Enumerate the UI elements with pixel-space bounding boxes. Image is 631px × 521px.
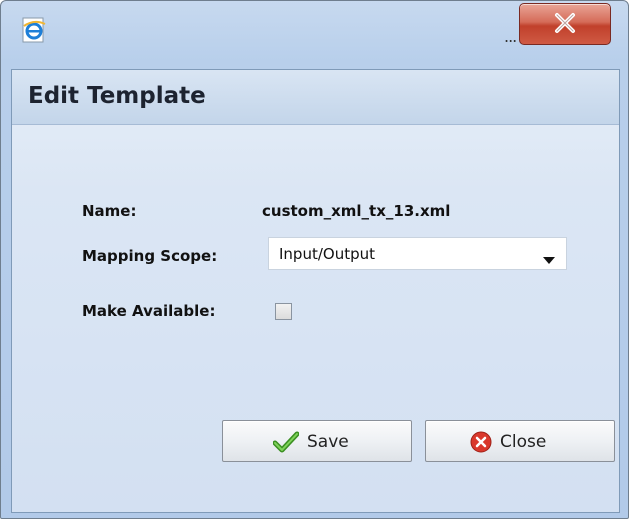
mapping-scope-value: Input/Output xyxy=(279,245,375,263)
checkmark-icon xyxy=(272,431,300,457)
mapping-scope-select[interactable]: Input/Output xyxy=(268,237,567,270)
panel-title: Edit Template xyxy=(28,83,206,109)
dialog-window: ... Edit Template Name: custom_xml_tx_13… xyxy=(0,0,629,519)
close-icon xyxy=(555,13,575,33)
close-circle-icon xyxy=(470,431,492,457)
close-button[interactable]: Close xyxy=(425,420,615,462)
mapping-scope-label: Mapping Scope: xyxy=(82,247,218,265)
save-button-label: Save xyxy=(307,432,349,452)
make-available-checkbox[interactable] xyxy=(275,303,292,320)
make-available-label: Make Available: xyxy=(82,302,216,320)
window-close-button[interactable] xyxy=(519,3,611,45)
ie-logo-icon xyxy=(21,17,47,43)
name-value: custom_xml_tx_13.xml xyxy=(262,202,451,220)
save-button[interactable]: Save xyxy=(222,420,412,462)
title-bar[interactable]: ... xyxy=(1,1,628,57)
name-label: Name: xyxy=(82,202,137,220)
chevron-down-icon xyxy=(543,250,555,269)
panel-header: Edit Template xyxy=(12,70,619,125)
title-ellipsis: ... xyxy=(504,27,517,46)
close-button-label: Close xyxy=(500,432,547,452)
edit-template-panel: Edit Template Name: custom_xml_tx_13.xml… xyxy=(11,69,620,513)
